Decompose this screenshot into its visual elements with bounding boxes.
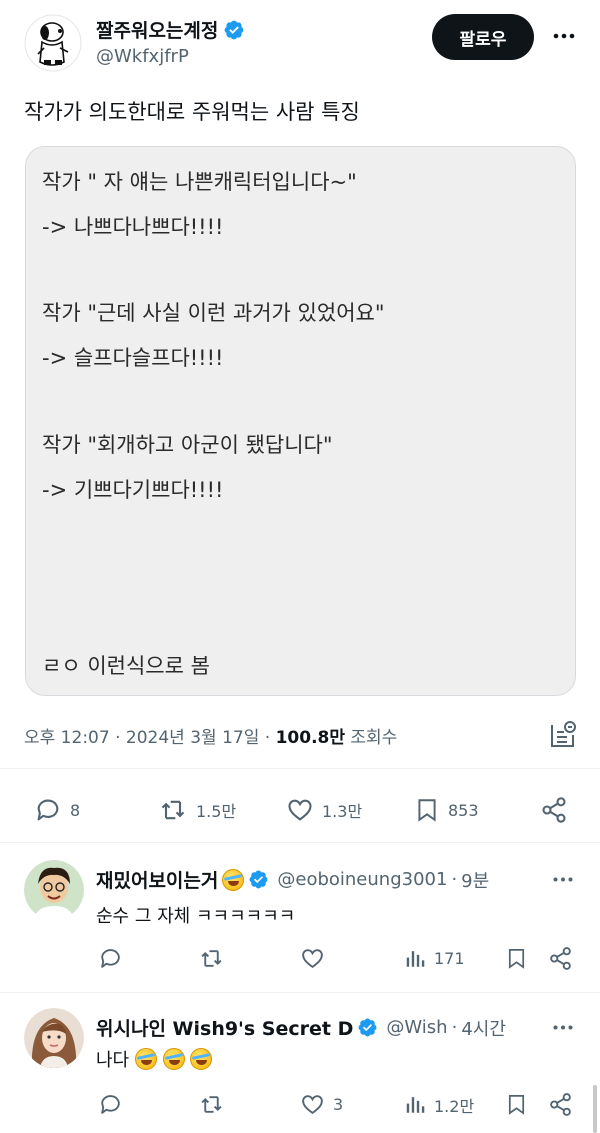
divider — [0, 992, 600, 993]
meta-separator: · — [451, 869, 458, 890]
reply-handle[interactable]: @Wish — [386, 1017, 447, 1038]
reply-text: 나다 — [96, 1050, 130, 1071]
meta-separator: · — [451, 1017, 458, 1038]
like-button[interactable]: 3 — [300, 1092, 343, 1117]
bookmark-button[interactable] — [505, 946, 528, 971]
like-button[interactable] — [300, 946, 333, 971]
verified-badge-icon — [249, 870, 268, 889]
meta-separator: · — [264, 728, 271, 748]
retweet-button[interactable] — [198, 946, 225, 971]
like-count: 3 — [333, 1095, 344, 1114]
like-count: 1.3만 — [322, 802, 363, 821]
view-label: 조회수 — [350, 728, 398, 748]
more-icon[interactable] — [548, 20, 580, 52]
like-icon — [288, 799, 312, 821]
tweet-time[interactable]: 오후 12:07 — [24, 728, 110, 748]
verified-badge-icon — [224, 20, 244, 39]
bookmark-icon — [508, 949, 525, 969]
bookmark-icon — [508, 1095, 525, 1115]
laughing-emoji-icon — [190, 1048, 213, 1070]
share-icon — [542, 797, 566, 823]
author-name[interactable]: 짤주워오는계정 — [96, 16, 218, 43]
like-button[interactable]: 1.3만 — [286, 796, 362, 824]
bookmark-icon — [418, 799, 436, 822]
bookmark-button[interactable] — [505, 1092, 528, 1117]
scrollbar[interactable] — [593, 1085, 597, 1133]
laughing-emoji-icon — [134, 1048, 157, 1070]
retweet-button[interactable]: 1.5만 — [158, 796, 236, 824]
retweet-count: 1.5만 — [196, 802, 237, 821]
reply-header[interactable]: 재밌어보이는거 @eoboineung3001 · 9분 — [96, 866, 489, 893]
reply-button[interactable] — [98, 1092, 123, 1117]
image-text-line: -> 슬프다슬프다!!!! — [42, 346, 224, 370]
more-icon[interactable] — [550, 866, 576, 892]
image-text-line: -> 기쁘다기쁘다!!!! — [42, 478, 224, 502]
image-text-line: 작가 "근데 사실 이런 과거가 있었어요" — [42, 301, 385, 325]
retweet-icon — [201, 950, 222, 967]
tweet-text: 작가가 의도한대로 주워먹는 사람 특징 — [24, 100, 360, 124]
views-button[interactable]: 171 — [404, 946, 465, 971]
divider — [0, 842, 600, 843]
share-button[interactable] — [540, 796, 568, 824]
retweet-icon — [161, 800, 185, 820]
reply-handle[interactable]: @eoboineung3001 — [277, 869, 447, 890]
share-icon — [550, 1093, 571, 1116]
follow-button[interactable]: 팔로우 — [432, 14, 534, 60]
verified-badge-icon — [358, 1018, 377, 1037]
reply-button[interactable]: 8 — [34, 796, 80, 824]
image-text-line: -> 나쁘다나쁘다!!!! — [42, 215, 224, 239]
retweet-button[interactable] — [198, 1092, 225, 1117]
reply-count: 8 — [70, 800, 81, 820]
tweet-date[interactable]: 2024년 3월 17일 — [126, 728, 259, 748]
reply-icon — [101, 1095, 120, 1114]
laughing-emoji-icon — [162, 1048, 185, 1070]
views-icon — [406, 1097, 425, 1113]
divider — [0, 768, 600, 769]
reply-text-row: 나다 — [96, 1046, 213, 1072]
share-icon — [550, 947, 571, 970]
bookmark-count: 853 — [448, 800, 479, 820]
author-avatar[interactable] — [24, 14, 82, 72]
image-text-line: 작가 "회개하고 아군이 됐답니다" — [42, 433, 333, 457]
image-text-line: 작가 " 자 얘는 나쁜캐릭터입니다~" — [42, 170, 357, 194]
reply-text: 순수 그 자체 ㅋㅋㅋㅋㅋㅋ — [96, 906, 296, 927]
share-button[interactable] — [548, 946, 573, 971]
reply-icon — [37, 799, 59, 821]
like-icon — [302, 949, 323, 968]
reply-author-name[interactable]: 재밌어보이는거 — [96, 866, 218, 893]
view-count: 100.8만 — [275, 728, 345, 748]
bookmark-button[interactable]: 853 — [414, 796, 479, 824]
like-icon — [302, 1095, 323, 1114]
laughing-emoji-icon — [222, 868, 245, 891]
author-handle[interactable]: @WkfxjfrP — [96, 46, 189, 67]
reply-button[interactable] — [98, 946, 123, 971]
tweet-meta: 오후 12:07 · 2024년 3월 17일 · 100.8만 조회수 — [24, 723, 397, 748]
reply-avatar[interactable] — [24, 1008, 84, 1068]
reply-icon — [101, 949, 120, 968]
more-icon[interactable] — [550, 1014, 576, 1040]
retweet-icon — [201, 1096, 222, 1113]
reply-author-name[interactable]: 위시나인 Wish9's Secret D — [96, 1014, 353, 1041]
reply-time[interactable]: 9분 — [461, 867, 489, 893]
view-count: 1.2만 — [434, 1096, 475, 1116]
reply-avatar[interactable] — [24, 860, 84, 920]
author-name-row[interactable]: 짤주워오는계정 — [96, 16, 245, 43]
view-count: 171 — [434, 949, 465, 968]
share-button[interactable] — [548, 1092, 573, 1117]
reply-header[interactable]: 위시나인 Wish9's Secret D @Wish · 4시간 — [96, 1014, 506, 1041]
views-button[interactable]: 1.2만 — [404, 1092, 474, 1117]
image-text-line: ㄹㅇ 이런식으로 봄 — [42, 654, 210, 678]
analytics-icon[interactable] — [548, 720, 578, 750]
meta-separator: · — [115, 728, 121, 748]
views-icon — [406, 951, 425, 967]
reply-time[interactable]: 4시간 — [461, 1015, 506, 1041]
